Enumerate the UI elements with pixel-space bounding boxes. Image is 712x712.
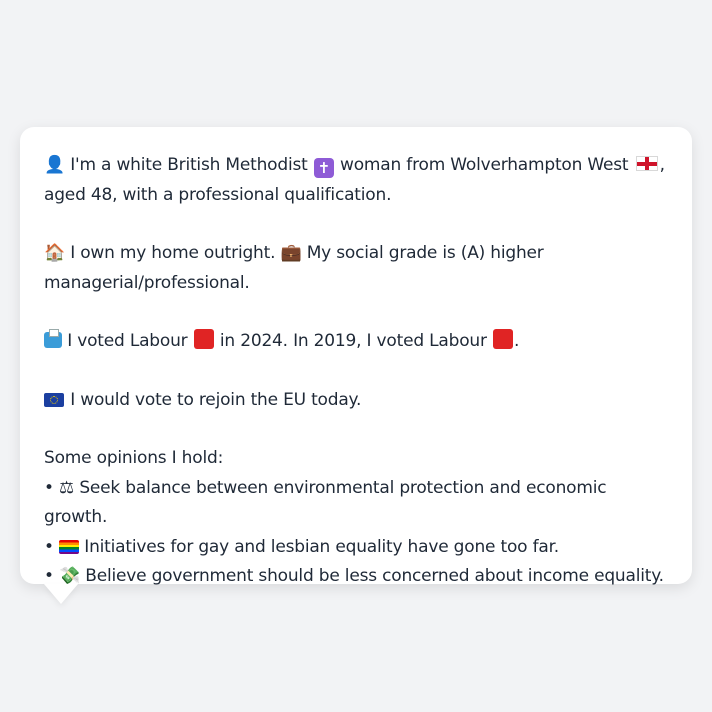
identity-text-1: I'm a white British Methodist (70, 155, 308, 175)
opinion-item: • 💸 Believe government should be less co… (44, 562, 668, 592)
latin-cross-icon: ✝ (313, 158, 334, 178)
rainbow-flag-icon (59, 539, 80, 554)
identity-comma: , (659, 155, 665, 175)
bullet: • (44, 536, 54, 557)
opinion-item: • Initiatives for gay and lesbian equali… (44, 533, 668, 563)
home-text-3: managerial/professional. (44, 272, 250, 293)
bubble-tail (44, 584, 78, 604)
vote-text-2: in 2024. In 2019, I voted Labour (219, 331, 487, 351)
opinion-text: Initiatives for gay and lesbian equality… (84, 536, 560, 557)
eu-flag-icon (44, 392, 64, 407)
bullet: • (44, 566, 54, 586)
identity-text-3: aged 48, with a professional qualificati… (44, 184, 392, 205)
eu-line: I would vote to rejoin the EU today. (44, 386, 668, 416)
vote-text-1: I voted Labour (67, 331, 188, 351)
bullet: • (44, 477, 54, 498)
identity-text-2: woman from Wolverhampton West (340, 155, 629, 175)
money-icon: 💸 (59, 566, 81, 586)
england-flag-icon (635, 156, 658, 171)
red-square-icon (493, 329, 514, 349)
opinion-text: Seek balance between environmental prote… (44, 477, 607, 528)
opinion-text: Believe government should be less concer… (85, 566, 664, 586)
briefcase-icon: 💼 (280, 243, 302, 263)
home-line: 🏠 I own my home outright. 💼 My social gr… (44, 239, 668, 298)
vote-text-3: . (514, 331, 520, 351)
home-text-1: I own my home outright. (70, 243, 276, 263)
ballot-box-icon (44, 329, 62, 348)
vote-line: I voted Labour in 2024. In 2019, I voted… (44, 327, 668, 357)
opinions-heading: Some opinions I hold: (44, 448, 224, 468)
eu-text: I would vote to rejoin the EU today. (70, 389, 362, 410)
identity-line: 👤 I'm a white British Methodist ✝ woman … (44, 151, 668, 210)
opinion-item: • ⚖ Seek balance between environmental p… (44, 474, 668, 533)
home-text-2: My social grade is (A) higher (306, 243, 544, 263)
scales-icon: ⚖ (59, 477, 75, 498)
person-icon: 👤 (44, 155, 65, 175)
house-icon: 🏠 (44, 243, 65, 263)
chat-bubble: 👤 I'm a white British Methodist ✝ woman … (20, 127, 692, 586)
red-square-icon (193, 329, 214, 349)
